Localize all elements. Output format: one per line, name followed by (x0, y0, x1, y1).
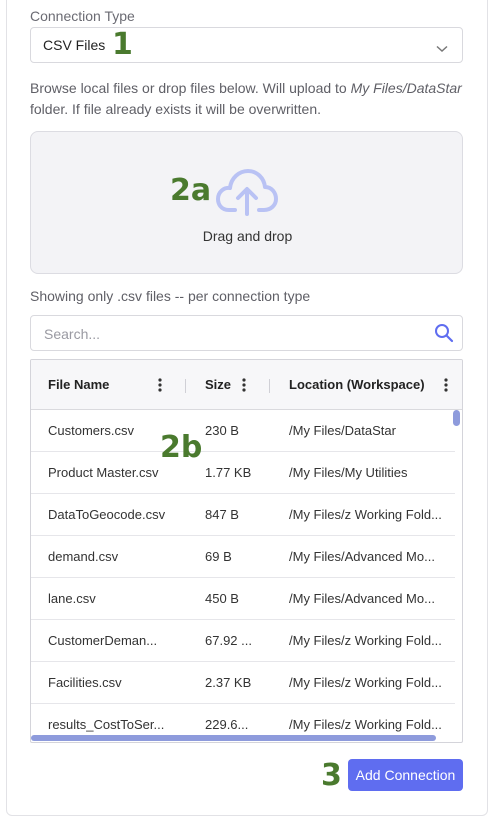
vertical-scrollbar[interactable] (453, 410, 460, 736)
browse-instructions: Browse local files or drop files below. … (30, 78, 470, 120)
connection-type-select[interactable]: CSV Files (30, 27, 463, 63)
upload-folder-path: My Files/DataStar (350, 80, 462, 96)
browse-text-after: folder. If file already exists it will b… (30, 101, 322, 117)
size-cell: 230 B (205, 423, 239, 438)
column-divider[interactable] (185, 379, 186, 393)
column-menu-icon[interactable] (444, 378, 448, 397)
location-cell: /My Files/z Working Fold... (289, 717, 442, 732)
vertical-scroll-thumb[interactable] (453, 410, 460, 426)
column-header-file-name[interactable]: File Name (48, 377, 109, 392)
browse-text-before: Browse local files or drop files below. … (30, 80, 351, 96)
table-row[interactable]: lane.csv 450 B /My Files/Advanced Mo... (31, 578, 455, 620)
grid-body: Customers.csv 230 B /My Files/DataStar P… (31, 410, 462, 742)
search-input[interactable] (42, 324, 422, 344)
column-header-location[interactable]: Location (Workspace) (289, 377, 425, 392)
annotation-2a: 2a (170, 173, 212, 208)
location-cell: /My Files/Advanced Mo... (289, 549, 435, 564)
column-menu-icon[interactable] (242, 378, 246, 397)
grid-header: File Name Size Location (Workspace) (31, 360, 462, 410)
filter-note: Showing only .csv files -- per connectio… (30, 288, 311, 304)
location-cell: /My Files/My Utilities (289, 465, 408, 480)
file-dropzone[interactable]: Drag and drop (30, 131, 463, 274)
connection-type-label: Connection Type (30, 8, 135, 24)
search-box (30, 315, 463, 351)
file-name-cell: Customers.csv (48, 423, 134, 438)
file-name-cell: lane.csv (48, 591, 96, 606)
size-cell: 847 B (205, 507, 239, 522)
column-divider[interactable] (269, 379, 270, 393)
annotation-3: 3 (321, 758, 342, 793)
size-cell: 2.37 KB (205, 675, 252, 690)
column-menu-icon[interactable] (158, 378, 162, 397)
file-name-cell: demand.csv (48, 549, 119, 564)
file-name-cell: DataToGeocode.csv (48, 507, 166, 522)
size-cell: 450 B (205, 591, 239, 606)
column-header-size[interactable]: Size (205, 377, 231, 392)
size-cell: 69 B (205, 549, 232, 564)
file-grid: File Name Size Location (Workspace) Cust… (30, 359, 463, 743)
search-icon[interactable] (434, 323, 454, 348)
file-name-cell: results_CostToSer... (48, 717, 165, 732)
chevron-down-icon (436, 40, 448, 58)
size-cell: 67.92 ... (205, 633, 252, 648)
table-row[interactable]: Product Master.csv 1.77 KB /My Files/My … (31, 452, 455, 494)
annotation-1: 1 (112, 27, 133, 62)
location-cell: /My Files/z Working Fold... (289, 507, 442, 522)
drag-and-drop-label: Drag and drop (202, 228, 293, 244)
annotation-2b: 2b (160, 430, 203, 465)
file-name-cell: CustomerDeman... (48, 633, 158, 648)
location-cell: /My Files/DataStar (289, 423, 396, 438)
location-cell: /My Files/z Working Fold... (289, 675, 442, 690)
table-row[interactable]: Facilities.csv 2.37 KB /My Files/z Worki… (31, 662, 455, 704)
table-row[interactable]: CustomerDeman... 67.92 ... /My Files/z W… (31, 620, 455, 662)
file-name-cell: Product Master.csv (48, 465, 159, 480)
file-name-cell: Facilities.csv (48, 675, 122, 690)
horizontal-scroll-thumb[interactable] (31, 735, 436, 741)
size-cell: 229.6... (205, 717, 249, 732)
table-row[interactable]: DataToGeocode.csv 847 B /My Files/z Work… (31, 494, 455, 536)
table-row[interactable]: Customers.csv 230 B /My Files/DataStar (31, 410, 455, 452)
location-cell: /My Files/z Working Fold... (289, 633, 442, 648)
horizontal-scrollbar[interactable] (31, 734, 451, 742)
connection-type-value: CSV Files (43, 37, 106, 53)
cloud-upload-icon (215, 166, 279, 223)
size-cell: 1.77 KB (205, 465, 252, 480)
table-row[interactable]: demand.csv 69 B /My Files/Advanced Mo... (31, 536, 455, 578)
add-connection-button[interactable]: Add Connection (348, 759, 463, 791)
location-cell: /My Files/Advanced Mo... (289, 591, 435, 606)
